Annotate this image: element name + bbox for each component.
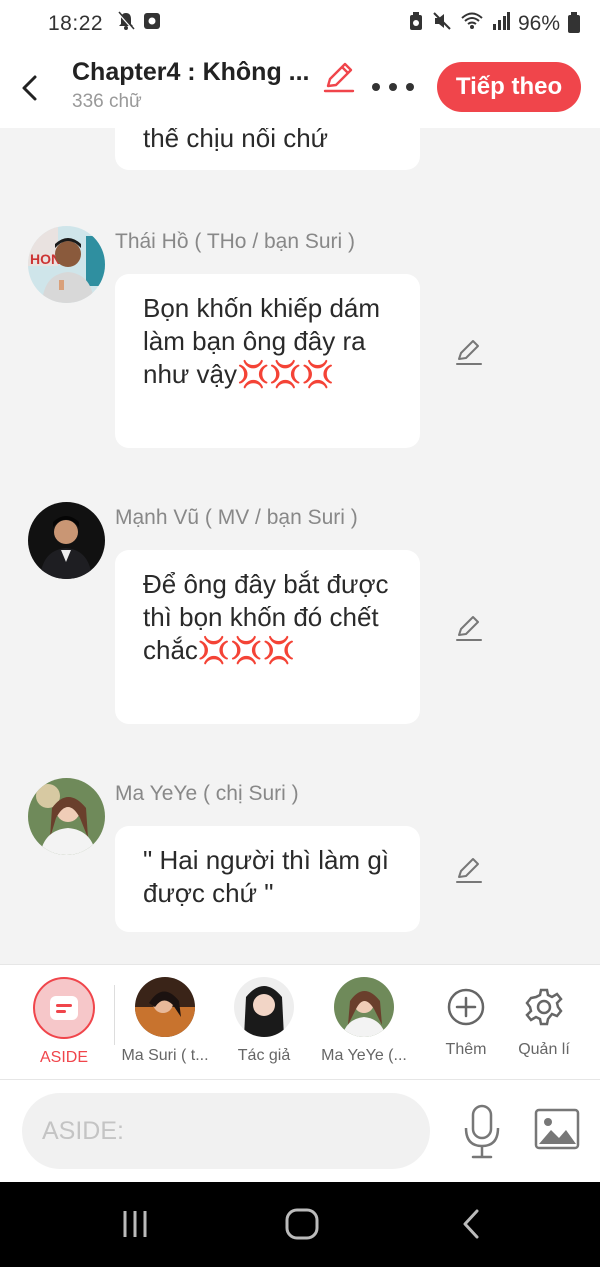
cast-label: Quản lí bbox=[518, 1041, 570, 1058]
avatar bbox=[234, 977, 294, 1037]
image-upload-button[interactable] bbox=[534, 1108, 580, 1152]
status-time: 18:22 bbox=[48, 12, 104, 35]
chapter-header: Chapter4 : Không ... 336 chữ Tiếp theo bbox=[0, 48, 600, 128]
wifi-icon bbox=[460, 11, 484, 37]
microphone-button[interactable] bbox=[462, 1104, 502, 1160]
title-block: Chapter4 : Không ... 336 chữ bbox=[72, 58, 322, 113]
more-options-button[interactable] bbox=[372, 72, 414, 102]
signal-icon bbox=[492, 12, 510, 36]
plus-circle-icon bbox=[436, 977, 496, 1037]
cast-label: ASIDE bbox=[39, 1049, 88, 1066]
character-selector: ASIDE Ma Suri ( t... Tác giả Ma YeYe (..… bbox=[0, 964, 600, 1080]
image-icon bbox=[534, 1108, 580, 1150]
bell-off-icon bbox=[117, 11, 135, 37]
message-text: Để ông đây bắt được thì bọn khốn đó chết… bbox=[143, 569, 389, 665]
message-bubble[interactable]: Bọn khốn khiếp dám làm bạn ông đây ra nh… bbox=[115, 274, 420, 448]
system-nav-bar bbox=[0, 1182, 600, 1267]
home-icon bbox=[285, 1208, 319, 1240]
recent-apps-button[interactable] bbox=[115, 1206, 155, 1242]
cast-label: Tác giả bbox=[237, 1047, 291, 1064]
message-text: thế chịu nổi chứ bbox=[143, 128, 329, 153]
pencil-icon bbox=[456, 858, 482, 883]
cast-author[interactable]: Tác giả bbox=[216, 977, 312, 1065]
character-name: Mạnh Vũ ( MV / bạn Suri ) bbox=[115, 506, 358, 529]
word-count: 336 chữ bbox=[72, 91, 142, 112]
chat-area[interactable]: thế chịu nổi chứ HON Thái Hồ ( THo / bạn… bbox=[0, 128, 600, 964]
edit-message-button[interactable] bbox=[455, 338, 483, 366]
cast-label: Ma YeYe (... bbox=[321, 1047, 407, 1064]
recycle-icon bbox=[408, 11, 424, 37]
chapter-title[interactable]: Chapter4 : Không ... bbox=[72, 58, 322, 87]
battery-icon bbox=[568, 12, 580, 33]
cast-label: Ma Suri ( t... bbox=[121, 1047, 209, 1064]
avatar-thai-ho[interactable]: HON bbox=[28, 226, 105, 303]
edit-message-button[interactable] bbox=[455, 614, 483, 642]
manage-characters-button[interactable]: Quản lí bbox=[496, 977, 592, 1059]
mute-icon bbox=[432, 11, 452, 37]
aside-icon bbox=[33, 977, 95, 1039]
system-back-button[interactable] bbox=[451, 1206, 491, 1242]
chevron-left-icon bbox=[22, 75, 37, 101]
dot bbox=[372, 83, 380, 91]
cast-ma-suri[interactable]: Ma Suri ( t... bbox=[117, 977, 213, 1065]
avatar bbox=[334, 977, 394, 1037]
message-text: Bọn khốn khiếp dám làm bạn ông đây ra nh… bbox=[143, 293, 381, 389]
edit-title-button[interactable] bbox=[322, 60, 356, 99]
avatar-manh-vu[interactable] bbox=[28, 502, 105, 579]
pencil-icon bbox=[456, 616, 482, 641]
edit-message-button[interactable] bbox=[455, 856, 483, 884]
avatar-ma-yeye[interactable] bbox=[28, 778, 105, 855]
battery-percent: 96% bbox=[517, 12, 560, 35]
character-name: Thái Hồ ( THo / bạn Suri ) bbox=[115, 230, 356, 253]
message-text: " Hai người thì làm gì được chứ " bbox=[143, 845, 389, 908]
cast-aside[interactable]: ASIDE bbox=[16, 977, 112, 1067]
gear-icon bbox=[514, 977, 574, 1037]
back-button[interactable] bbox=[14, 68, 44, 108]
avatar bbox=[135, 977, 195, 1037]
pencil-icon bbox=[323, 62, 355, 93]
status-bar: 18:22 96% bbox=[0, 0, 600, 48]
composer bbox=[0, 1080, 600, 1182]
message-bubble[interactable]: thế chịu nổi chứ bbox=[115, 128, 420, 170]
microphone-icon bbox=[464, 1104, 500, 1159]
cast-ma-yeye[interactable]: Ma YeYe (... bbox=[316, 977, 412, 1065]
message-input[interactable] bbox=[22, 1093, 430, 1169]
character-name: Ma YeYe ( chị Suri ) bbox=[115, 782, 299, 805]
dot bbox=[406, 83, 414, 91]
dot bbox=[389, 83, 397, 91]
recent-apps-icon bbox=[123, 1211, 147, 1237]
message-bubble[interactable]: Để ông đây bắt được thì bọn khốn đó chết… bbox=[115, 550, 420, 724]
home-button[interactable] bbox=[282, 1206, 322, 1242]
next-chapter-button[interactable]: Tiếp theo bbox=[437, 62, 581, 112]
pencil-icon bbox=[456, 340, 482, 365]
app-notification-icon bbox=[143, 12, 161, 36]
divider bbox=[114, 985, 115, 1045]
message-bubble[interactable]: " Hai người thì làm gì được chứ " bbox=[115, 826, 420, 932]
back-arrow-icon bbox=[463, 1209, 479, 1239]
